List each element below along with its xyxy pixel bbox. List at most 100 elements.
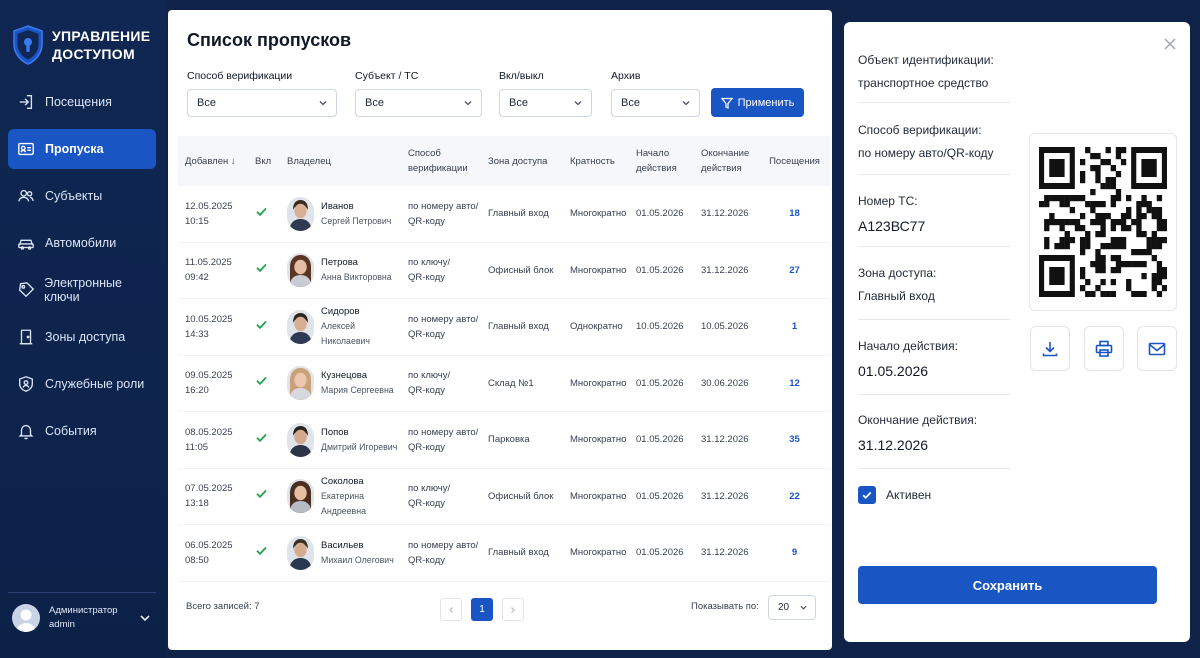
- sidebar-item-label: События: [45, 424, 97, 438]
- save-button[interactable]: Сохранить: [858, 566, 1157, 604]
- visits-link[interactable]: 18: [789, 208, 800, 219]
- enabled-select[interactable]: Все: [499, 89, 592, 117]
- table-row[interactable]: 10.05.2025 14:33 Сидоров Алексей Николае…: [178, 299, 830, 356]
- start-cell: 01.05.2026: [636, 490, 684, 502]
- table-row[interactable]: 11.05.2025 09:42 Петрова Анна Викторовна…: [178, 243, 830, 299]
- owner-photo: [287, 196, 314, 231]
- sidebar-item-roles[interactable]: Служебные роли: [8, 364, 156, 404]
- download-icon: [1042, 341, 1058, 356]
- column-enabled: Вкл: [255, 155, 272, 167]
- user-menu[interactable]: Администратор admin: [12, 604, 152, 632]
- multiplicity-cell: Многократно: [570, 434, 627, 446]
- start-cell: 01.05.2026: [636, 434, 684, 446]
- field-start: Начало действия: 01.05.2026: [858, 338, 1010, 379]
- chevron-down-icon[interactable]: [138, 611, 152, 625]
- end-label: Окончание действия:: [858, 413, 978, 427]
- table-row[interactable]: 07.05.2025 13:18 Соколова Екатерина Андр…: [178, 469, 830, 525]
- table-row[interactable]: 06.05.2025 08:50 Васильев Михаил Олегови…: [178, 525, 830, 582]
- sidebar-item-zones[interactable]: Зоны доступа: [8, 317, 156, 357]
- start-cell: 01.05.2026: [636, 377, 684, 389]
- added-cell: 10.05.2025 14:33: [178, 312, 248, 342]
- added-cell: 08.05.2025 11:05: [178, 425, 248, 455]
- email-button[interactable]: [1137, 326, 1177, 371]
- sidebar-item-visits[interactable]: Посещения: [8, 82, 156, 122]
- visits-link[interactable]: 9: [792, 547, 797, 558]
- table-row[interactable]: 09.05.2025 16:20 Кузнецова Мария Сергеев…: [178, 356, 830, 412]
- owner-photo: [287, 309, 314, 344]
- sidebar-divider: [8, 592, 156, 593]
- column-start-line-2: действия: [636, 163, 677, 174]
- active-checkbox[interactable]: [858, 486, 876, 504]
- sidebar-item-events[interactable]: События: [8, 411, 156, 451]
- apply-label: Применить: [737, 96, 795, 109]
- visits-link[interactable]: 12: [789, 378, 800, 389]
- subject-select[interactable]: Все: [355, 89, 482, 117]
- start-cell: 10.05.2026: [636, 321, 684, 333]
- filter-label: Субъект / ТС: [355, 70, 419, 82]
- divider: [858, 468, 1010, 469]
- column-end: Окончание действия: [694, 146, 761, 176]
- added-cell: 12.05.2025 10:15: [178, 199, 248, 229]
- owner-photo: [287, 479, 314, 514]
- owner-photo: [287, 535, 314, 570]
- visits-link[interactable]: 35: [789, 434, 800, 445]
- brand-line-2: ДОСТУПОМ: [52, 46, 135, 62]
- filter-label: Архив: [611, 70, 641, 82]
- owner-photo: [287, 253, 314, 288]
- visits-link[interactable]: 22: [789, 491, 800, 502]
- zone-cell: Склад №1: [488, 377, 534, 389]
- user-info: Администратор admin: [49, 604, 138, 632]
- field-plate: Номер ТС: А123ВС77: [858, 193, 1010, 234]
- total-records: Всего записей: 7: [186, 601, 260, 612]
- pagination: 1: [440, 598, 524, 621]
- plate-value: А123ВС77: [858, 218, 926, 234]
- active-toggle[interactable]: Активен: [858, 486, 931, 504]
- visits-cell: 1: [761, 319, 821, 334]
- per-page-select[interactable]: 20: [768, 595, 816, 620]
- sidebar-item-passes[interactable]: Пропуска: [8, 129, 156, 169]
- sidebar-item-label: Пропуска: [45, 142, 104, 156]
- print-button[interactable]: [1084, 326, 1124, 371]
- method-line-1: по номеру авто/: [408, 200, 479, 212]
- enabled-cell: [248, 431, 280, 449]
- sidebar-item-cars[interactable]: Автомобили: [8, 223, 156, 263]
- sidebar-item-subjects[interactable]: Субъекты: [8, 176, 156, 216]
- archive-select[interactable]: Все: [611, 89, 700, 117]
- table-header: Добавлен ↓ Вкл Владелец Способ верификац…: [178, 136, 830, 186]
- key-tag-icon: [16, 280, 35, 300]
- filter-label: Способ верификации: [187, 70, 293, 82]
- shield-user-icon: [16, 374, 36, 394]
- visits-link[interactable]: 1: [792, 321, 797, 332]
- sidebar-item-label: Посещения: [45, 95, 112, 109]
- apply-filters-button[interactable]: Применить: [711, 88, 804, 117]
- chevron-down-icon: [464, 101, 472, 106]
- verification-method-select[interactable]: Все: [187, 89, 337, 117]
- sidebar-item-keys[interactable]: Электронные ключи: [8, 270, 156, 310]
- added-date: 07.05.2025: [185, 483, 233, 495]
- page-button-current[interactable]: 1: [471, 598, 493, 621]
- filter-icon: [720, 97, 733, 109]
- table-row[interactable]: 12.05.2025 10:15 Иванов Сергей Петрович …: [178, 186, 830, 243]
- owner-cell: Васильев Михаил Олегович: [280, 535, 401, 570]
- prev-page-button[interactable]: [440, 598, 462, 621]
- close-icon[interactable]: [1164, 38, 1176, 50]
- end-cell: 31.12.2026: [701, 264, 749, 276]
- column-end-line-1: Окончание: [701, 148, 750, 159]
- column-added[interactable]: Добавлен ↓: [178, 154, 248, 169]
- end-cell: 31.12.2026: [701, 208, 749, 220]
- divider: [858, 319, 1010, 320]
- next-page-button[interactable]: [502, 598, 524, 621]
- multiplicity-cell: Многократно: [570, 547, 627, 559]
- sidebar-item-label: Служебные роли: [45, 377, 145, 391]
- visits-link[interactable]: 27: [789, 265, 800, 276]
- column-method-line-2: верификации: [408, 163, 468, 174]
- passes-table: Добавлен ↓ Вкл Владелец Способ верификац…: [178, 136, 830, 582]
- owner-surname: Петрова: [321, 257, 358, 269]
- check-icon: [256, 207, 267, 216]
- select-value: Все: [509, 97, 528, 109]
- visits-cell: 18: [761, 206, 821, 221]
- added-cell: 09.05.2025 16:20: [178, 368, 248, 398]
- table-row[interactable]: 08.05.2025 11:05 Попов Дмитрий Игоревич …: [178, 412, 830, 469]
- download-button[interactable]: [1030, 326, 1070, 371]
- check-icon: [256, 433, 267, 442]
